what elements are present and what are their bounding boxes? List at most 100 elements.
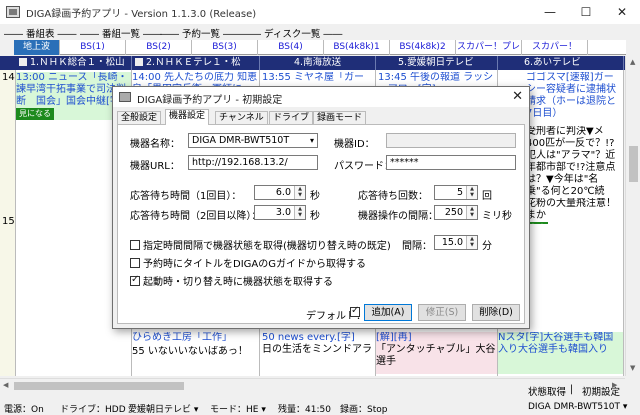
periodic-state-checkbox[interactable]: 指定時間間隔で機器状態を取得(機器切り替え時の既定) (130, 237, 391, 252)
status-remain: 残量：41:50 (278, 405, 331, 415)
wait-count-unit: 回 (482, 191, 492, 202)
channel-header-3[interactable]: 4.南海放送 (260, 56, 376, 70)
menu-program-list[interactable]: ―― 番組一覧 ―― (80, 26, 162, 40)
init-settings-link[interactable]: 初期設定 (582, 384, 620, 398)
device-settings-panel: 機器名称： DIGA DMR-BWT510T ▾ 機器ID： 機器URL： ht… (117, 124, 525, 324)
device-url-field[interactable]: http://192.168.13.2/ (188, 155, 318, 170)
menu-disk-list[interactable]: ―― ディスク一覧 ―― (242, 26, 342, 40)
status-mode[interactable]: モード：HE ▾ (210, 402, 266, 415)
status-recording: 録画：Stop (340, 405, 388, 415)
password-field[interactable]: ****** (386, 155, 516, 170)
chevron-down-icon: ▾ (193, 405, 199, 415)
channel-header-2[interactable]: 2.ＮＨＫＥテレ１・松 (132, 56, 260, 70)
wait-next-unit: 秒 (310, 211, 320, 222)
edit-button[interactable]: 修正(S) (418, 304, 466, 321)
tab-device[interactable]: 機器設定 (165, 109, 210, 125)
program-cell[interactable]: Nスタ[字]大谷選手も韓国入り大谷選手も韓国入り (498, 332, 623, 374)
vertical-scrollbar[interactable]: ▲ ▼ (625, 56, 640, 376)
title-from-gguide-checkbox[interactable]: 予約時にタイトルをDIGAのGガイドから取得する (130, 255, 366, 270)
device-id-field (386, 133, 516, 148)
dialog-titlebar: DIGA録画予約アプリ - 初期設定 ✕ (113, 87, 529, 107)
stepper-arrows-icon[interactable]: ▲ ▼ (466, 206, 477, 219)
tab-bs4k8k-1[interactable]: BS(4k8k)1 (324, 40, 390, 55)
checkbox-box[interactable] (130, 274, 140, 286)
statusbar: 電源：On ドライブ：HDD 愛媛朝日テレビ ▾ モード：HE ▾ 残量：41:… (0, 400, 640, 415)
stepper-arrows-icon[interactable]: ▲ ▼ (294, 206, 305, 219)
interval-label: 間隔： (402, 241, 432, 252)
channel-header-5[interactable]: 6.あいテレビ (498, 56, 624, 70)
minimize-button[interactable]: — (532, 0, 568, 24)
hour-column: 14 15 (0, 70, 16, 376)
status-device[interactable]: DIGA DMR-BWT510T ▾ (528, 402, 627, 412)
add-button[interactable]: 追加(A) (364, 304, 412, 321)
wait-next-label: 応答待ち時間（2回目以降）： (130, 211, 262, 222)
program-cell[interactable]: [解][再] 「アンタッチャブル」大谷選手 (376, 332, 497, 374)
status-separator: | (570, 384, 574, 395)
status-channel[interactable]: 愛媛朝日テレビ ▾ (128, 402, 198, 415)
program-cell[interactable]: 花粉の大量飛注意！まか みる (526, 198, 622, 224)
wait-count-label: 応答待ち回数： (358, 191, 428, 202)
channel-header-4[interactable]: 5.愛媛朝日テレビ (376, 56, 498, 70)
op-interval-label: 機器操作の間隔： (358, 211, 438, 222)
stepper-arrows-icon[interactable]: ▲ ▼ (466, 236, 477, 249)
device-id-label: 機器ID： (334, 139, 375, 150)
maximize-button[interactable]: ☐ (568, 0, 604, 24)
startup-state-checkbox[interactable]: 起動時・切り替え時に機器状態を取得する (130, 273, 333, 288)
chevron-down-icon: ▾ (309, 136, 314, 145)
program-cell[interactable]: 受刑者に判決▼メ400匹が一反で？!?犯人は"アラマ"？近年都市部で!?注意点は… (526, 126, 622, 198)
tab-skyperfect[interactable]: スカパー！ (522, 40, 588, 55)
tab-bs4k8k-2[interactable]: BS(4k8k)2 (390, 40, 456, 55)
program-cell[interactable]: 55 いないいないばあっ！ (132, 346, 259, 374)
wait-next-stepper[interactable]: 3.0 ▲ ▼ (254, 205, 306, 220)
wait-first-unit: 秒 (310, 191, 320, 202)
menu-reservation-list[interactable]: ―― 予約一覧 ―― (160, 26, 242, 40)
chevron-down-icon: ▾ (261, 405, 266, 415)
program-badge: 見になる (16, 108, 54, 120)
tab-drive[interactable]: ドライブ (269, 111, 314, 125)
tab-bs1[interactable]: BS(1) (60, 40, 126, 55)
scroll-up-icon[interactable]: ▲ (630, 58, 635, 66)
tab-general[interactable]: 全般設定 (117, 111, 162, 125)
channel-icon (19, 58, 27, 66)
stepper-arrows-icon[interactable]: ▲ ▼ (466, 186, 477, 199)
scroll-down-icon[interactable]: ▼ (630, 364, 635, 372)
tab-channel[interactable]: チャンネル (215, 111, 268, 125)
device-name-label: 機器名称： (130, 139, 180, 150)
tab-skyperfect-premium[interactable]: スカパー！プレ (456, 40, 522, 55)
stepper-arrows-icon[interactable]: ▲ ▼ (294, 186, 305, 199)
device-url-label: 機器URL： (130, 161, 180, 172)
device-name-select[interactable]: DIGA DMR-BWT510T ▾ (188, 133, 318, 148)
tab-record-mode[interactable]: 録画モード (313, 111, 367, 125)
program-cell[interactable]: 50 news every.[字] 日の生活をミンンドアラ (262, 332, 374, 372)
channel-group-tabs: 地上波 BS(1) BS(2) BS(3) BS(4) BS(4k8k)1 BS… (14, 40, 626, 55)
interval-unit: 分 (482, 241, 492, 252)
program-cell[interactable]: ゴゴスマ[速報]ガーシー容疑者に逮捕状請求（ホーは退院と7日目） (526, 72, 622, 120)
checkbox-box[interactable] (130, 240, 140, 250)
close-button[interactable]: ✕ (604, 0, 640, 24)
wait-first-stepper[interactable]: 6.0 ▲ ▼ (254, 185, 306, 200)
op-interval-unit: ミリ秒 (482, 211, 512, 222)
window-titlebar: DIGA録画予約アプリ - Version 1.1.3.0 (Release) … (0, 0, 640, 24)
tab-bs3[interactable]: BS(3) (192, 40, 258, 55)
delete-button[interactable]: 削除(D) (472, 304, 520, 321)
view-menubar: ―― 番組表 ―― ―― 番組一覧 ―― ―― 予約一覧 ―― ―― ディスク一… (0, 24, 640, 40)
wait-count-stepper[interactable]: 5 ▲ ▼ (434, 185, 478, 200)
default-checkbox[interactable] (350, 305, 360, 317)
settings-dialog: DIGA録画予約アプリ - 初期設定 ✕ 全般設定 機器設定 チャンネル ドライ… (112, 86, 530, 329)
status-drive[interactable]: ドライブ：HDD (60, 402, 126, 415)
program-cell[interactable]: ひらめき工房「工作」 (132, 332, 259, 344)
tab-bs4[interactable]: BS(4) (258, 40, 324, 55)
password-label: パスワード： (334, 161, 394, 172)
wait-first-label: 応答待ち時間（1回目）： (130, 191, 242, 202)
dialog-close-button[interactable]: ✕ (512, 89, 523, 104)
vertical-scroll-thumb[interactable] (629, 146, 638, 182)
get-state-link[interactable]: 状態取得 (528, 384, 566, 398)
tab-terrestrial[interactable]: 地上波 (14, 40, 60, 55)
tab-bs2[interactable]: BS(2) (126, 40, 192, 55)
menu-program-guide[interactable]: ―― 番組表 ―― (4, 26, 77, 40)
interval-stepper[interactable]: 15.0 ▲ ▼ (434, 235, 478, 250)
channel-header-1[interactable]: 1.ＮＨＫ総合１・松山 (16, 56, 132, 70)
op-interval-stepper[interactable]: 250 ▲ ▼ (434, 205, 478, 220)
checkbox-box[interactable] (130, 258, 140, 268)
dialog-title: DIGA録画予約アプリ - 初期設定 (137, 95, 283, 106)
